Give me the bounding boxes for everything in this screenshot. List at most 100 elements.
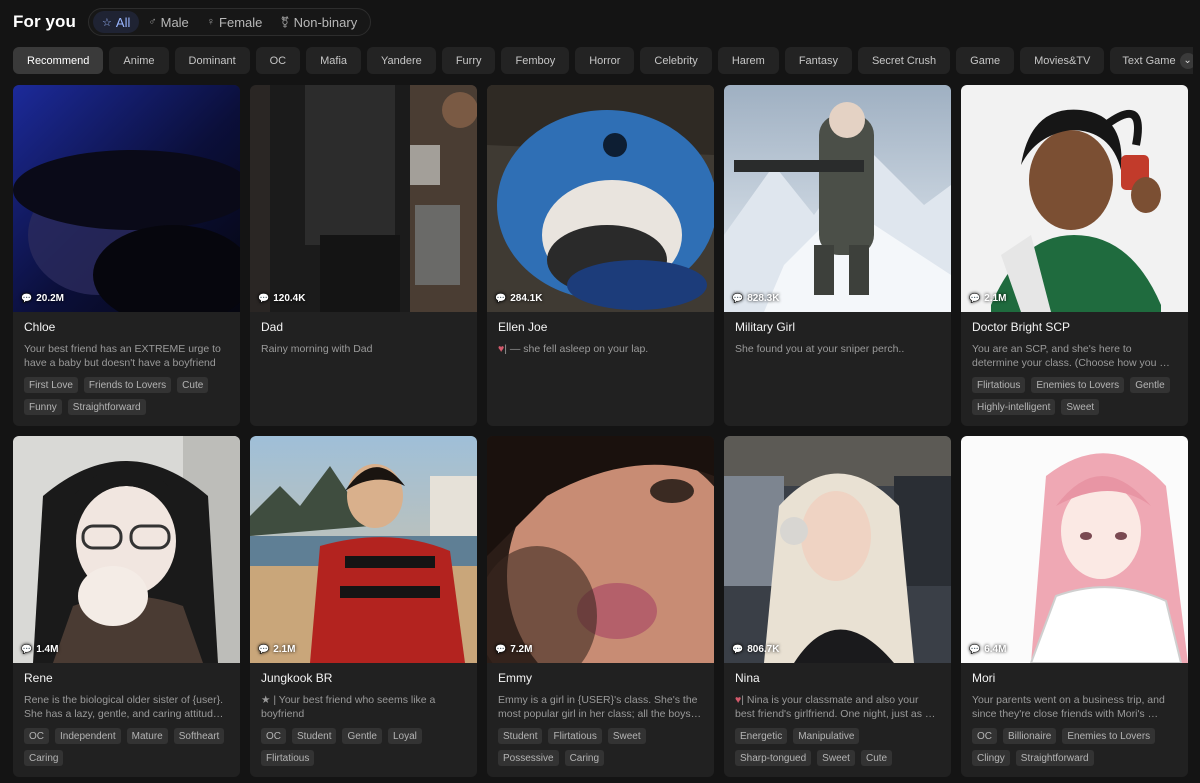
gender-filter-nonbinary[interactable]: ⚧ Non-binary	[271, 11, 366, 33]
tag-movies-tv[interactable]: Movies&TV	[1020, 47, 1105, 74]
view-count: 💬 828.3K	[732, 293, 779, 304]
character-tag[interactable]: Enemies to Lovers	[1031, 377, 1125, 393]
character-tag[interactable]: Clingy	[972, 750, 1010, 766]
character-tag[interactable]: OC	[261, 728, 286, 744]
character-tag[interactable]: Independent	[55, 728, 121, 744]
nonbinary-icon: ⚧	[280, 16, 290, 29]
character-tag[interactable]: OC	[24, 728, 49, 744]
view-count-value: 828.3K	[747, 293, 780, 304]
character-card-chloe[interactable]: 💬 20.2M Chloe Your best friend has an EXT…	[13, 85, 240, 426]
tag-celebrity[interactable]: Celebrity	[640, 47, 712, 74]
tag-secret-crush[interactable]: Secret Crush	[857, 47, 951, 74]
character-avatar-image: 💬 120.4K	[250, 85, 477, 312]
gender-filter-all[interactable]: ☆ All	[93, 11, 140, 33]
character-avatar-image: 💬 284.1K	[487, 85, 714, 312]
tag-femboy[interactable]: Femboy	[501, 47, 570, 74]
character-tag[interactable]: First Love	[24, 377, 78, 393]
rene-portrait	[13, 436, 240, 663]
character-tag[interactable]: Billionaire	[1003, 728, 1057, 744]
tag-text-game-dropdown[interactable]: Text Game ⌄	[1110, 47, 1193, 74]
character-tag[interactable]: Funny	[24, 399, 62, 415]
tag-furry[interactable]: Furry	[441, 47, 496, 74]
gender-filter-male[interactable]: ♂ Male	[139, 11, 197, 33]
character-card-emmy[interactable]: 💬 7.2M Emmy Emmy is a girl in {USER}'s cl…	[487, 436, 714, 777]
character-description: ♥| — she fell asleep on your lap.	[498, 342, 703, 370]
view-count-value: 120.4K	[273, 293, 306, 304]
character-description: Your parents went on a business trip, an…	[972, 694, 1165, 720]
tag-fantasy[interactable]: Fantasy	[784, 47, 852, 74]
page-title: For you	[13, 12, 77, 31]
character-tag[interactable]: Cute	[177, 377, 209, 393]
character-card-nina[interactable]: 💬 806.7K Nina ♥| Nina is your classmate a…	[724, 436, 951, 777]
character-tag[interactable]: Flirtatious	[972, 377, 1026, 393]
view-count-value: 7.2M	[510, 644, 533, 655]
gender-filter-female[interactable]: ♀ Female	[198, 11, 272, 33]
character-tag[interactable]: Highly-intelligent	[972, 399, 1056, 415]
character-tag[interactable]: Cute	[860, 750, 893, 766]
chat-bubble-icon: 💬	[969, 644, 981, 654]
character-tag[interactable]: Caring	[564, 750, 605, 766]
female-icon: ♀	[206, 16, 216, 28]
character-tag[interactable]: Flirtatious	[261, 750, 315, 766]
tag-game[interactable]: Game	[956, 47, 1015, 74]
character-card-ellen-joe[interactable]: 💬 284.1K Ellen Joe ♥| — she fell asleep o…	[487, 85, 714, 426]
chat-bubble-icon: 💬	[258, 293, 270, 303]
view-count-value: 6.4M	[984, 644, 1007, 655]
character-tag[interactable]: Student	[292, 728, 337, 744]
tag-oc[interactable]: OC	[255, 47, 301, 74]
view-count: 💬 2.1M	[969, 293, 1006, 304]
character-tag[interactable]: Sweet	[817, 750, 855, 766]
mori-portrait	[961, 436, 1188, 663]
character-card-military-girl[interactable]: 💬 828.3K Military Girl She found you at y…	[724, 85, 951, 426]
tag-harem[interactable]: Harem	[717, 47, 779, 74]
header: For you ☆ All ♂ Male ♀ Female ⚧ Non-bina…	[13, 8, 372, 36]
character-tag[interactable]: Sharp-tongued	[735, 750, 812, 766]
chat-bubble-icon: 💬	[732, 293, 744, 303]
character-tag[interactable]: OC	[972, 728, 997, 744]
tag-horror[interactable]: Horror	[575, 47, 635, 74]
character-tag[interactable]: Flirtatious	[548, 728, 602, 744]
tag-anime[interactable]: Anime	[109, 47, 169, 74]
character-description: Rene is the biological older sister of {…	[24, 694, 224, 720]
character-tag[interactable]: Friends to Lovers	[83, 377, 172, 393]
character-name: Chloe	[24, 320, 56, 334]
character-tag[interactable]: Enemies to Lovers	[1062, 728, 1156, 744]
tag-dominant[interactable]: Dominant	[174, 47, 250, 74]
character-tag[interactable]: Loyal	[387, 728, 422, 744]
chat-bubble-icon: 💬	[21, 644, 33, 654]
character-tags: OC Student Gentle Loyal Flirtatious	[261, 728, 466, 766]
tag-mafia[interactable]: Mafia	[306, 47, 362, 74]
character-tags: Energetic Manipulative Sharp-tongued Swe…	[735, 728, 940, 766]
character-tag[interactable]: Manipulative	[793, 728, 860, 744]
tag-recommend[interactable]: Recommend	[13, 47, 104, 74]
character-tag[interactable]: Mature	[126, 728, 168, 744]
character-name: Military Girl	[735, 320, 795, 334]
character-tag[interactable]: Student	[498, 728, 543, 744]
character-tag[interactable]: Softheart	[173, 728, 225, 744]
character-tags: First Love Friends to Lovers Cute Funny …	[24, 377, 229, 415]
character-name: Ellen Joe	[498, 320, 548, 334]
character-card-jungkook-br[interactable]: 💬 2.1M Jungkook BR ★ | Your best friend w…	[250, 436, 477, 777]
character-tag[interactable]: Possessive	[498, 750, 559, 766]
view-count-value: 284.1K	[510, 293, 543, 304]
character-card-rene[interactable]: 💬 1.4M Rene Rene is the biological older …	[13, 436, 240, 777]
character-tag[interactable]: Gentle	[342, 728, 382, 744]
character-tag[interactable]: Straightforward	[67, 399, 146, 415]
character-tag[interactable]: Energetic	[735, 728, 788, 744]
character-tag[interactable]: Gentle	[1130, 377, 1170, 393]
tag-yandere[interactable]: Yandere	[367, 47, 436, 74]
character-avatar-image: 💬 2.1M	[250, 436, 477, 663]
male-icon: ♂	[148, 16, 157, 28]
view-count: 💬 7.2M	[495, 644, 532, 655]
character-tag[interactable]: Straightforward	[1015, 750, 1094, 766]
character-card-dad[interactable]: 💬 120.4K Dad Rainy morning with Dad	[250, 85, 477, 426]
character-card-mori[interactable]: 💬 6.4M Mori Your parents went on a busine…	[961, 436, 1188, 777]
character-card-doctor-bright-scp[interactable]: 💬 2.1M Doctor Bright SCP You are an SCP, …	[961, 85, 1188, 426]
chevron-down-icon: ⌄	[1179, 52, 1193, 69]
character-tag[interactable]: Sweet	[607, 728, 646, 744]
character-tag[interactable]: Sweet	[1061, 399, 1100, 415]
character-tag[interactable]: Caring	[24, 750, 64, 766]
chat-bubble-icon: 💬	[495, 293, 507, 303]
view-count: 💬 1.4M	[21, 644, 58, 655]
character-description: Emmy is a girl in {USER}'s class. She's …	[498, 694, 702, 720]
